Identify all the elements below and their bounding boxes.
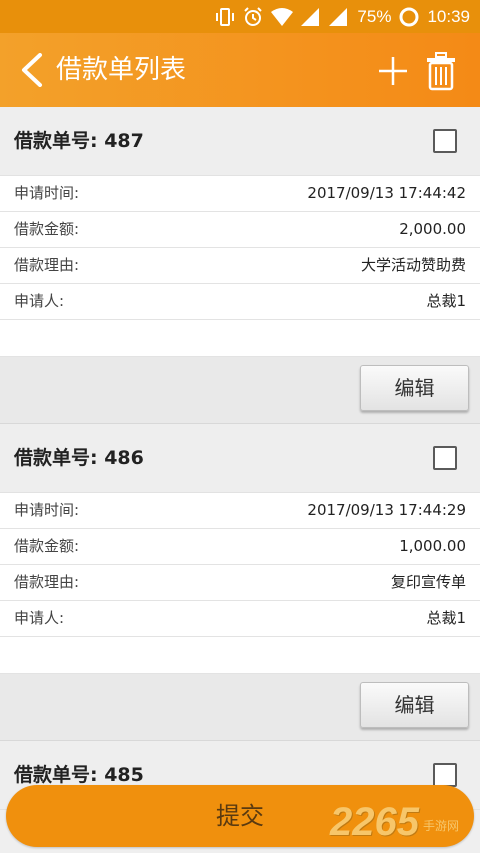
card-actions: 编辑 — [0, 357, 480, 424]
delete-icon[interactable] — [426, 51, 456, 91]
select-checkbox[interactable] — [433, 446, 457, 470]
loan-card: 借款单号: 487 申请时间: 2017/09/13 17:44:42 借款金额… — [0, 107, 480, 424]
battery-percent: 75% — [357, 6, 392, 26]
detail-row: 申请时间: 2017/09/13 17:44:42 — [0, 176, 480, 212]
status-bar: 75% 10:39 — [0, 0, 480, 33]
card-header: 借款单号: 487 — [0, 107, 480, 176]
row-label: 借款金额: — [14, 537, 80, 555]
row-label: 申请人: — [14, 292, 65, 310]
detail-row: 申请时间: 2017/09/13 17:44:29 — [0, 493, 480, 529]
app-header: 借款单列表 — [0, 33, 480, 107]
detail-row: 借款金额: 2,000.00 — [0, 212, 480, 248]
signal-icon-2 — [329, 7, 349, 26]
select-checkbox[interactable] — [433, 763, 457, 787]
row-value: 2,000.00 — [399, 220, 466, 238]
back-arrow-icon[interactable] — [18, 53, 44, 87]
add-icon[interactable] — [377, 55, 409, 87]
row-label: 借款金额: — [14, 220, 80, 238]
loan-list: 借款单号: 487 申请时间: 2017/09/13 17:44:42 借款金额… — [0, 107, 480, 810]
loan-number: 借款单号: 487 — [14, 130, 144, 152]
row-label: 借款理由: — [14, 256, 80, 274]
row-value: 大学活动赞助费 — [360, 256, 466, 274]
watermark-logo: 2265 手游网 — [330, 795, 459, 843]
watermark-label: 手游网 — [422, 819, 459, 833]
row-label: 借款理由: — [14, 573, 80, 591]
signal-icon — [301, 7, 321, 26]
page-title: 借款单列表 — [56, 55, 187, 85]
alarm-icon — [243, 6, 263, 27]
card-actions: 编辑 — [0, 674, 480, 741]
row-value: 2017/09/13 17:44:42 — [307, 184, 466, 202]
card-spacer — [0, 320, 480, 357]
row-value: 复印宣传单 — [390, 573, 466, 591]
row-value: 总裁1 — [426, 609, 466, 627]
card-spacer — [0, 637, 480, 674]
detail-row: 借款金额: 1,000.00 — [0, 529, 480, 565]
detail-row: 借款理由: 复印宣传单 — [0, 565, 480, 601]
detail-row: 借款理由: 大学活动赞助费 — [0, 248, 480, 284]
watermark-number: 2265 — [330, 800, 419, 844]
row-label: 申请时间: — [14, 184, 80, 202]
loan-card: 借款单号: 486 申请时间: 2017/09/13 17:44:29 借款金额… — [0, 424, 480, 741]
row-value: 2017/09/13 17:44:29 — [307, 501, 466, 519]
row-label: 申请时间: — [14, 501, 80, 519]
clock: 10:39 — [427, 6, 470, 26]
wifi-icon — [271, 7, 294, 26]
detail-row: 申请人: 总裁1 — [0, 601, 480, 637]
loan-number: 借款单号: 486 — [14, 447, 144, 469]
row-value: 总裁1 — [426, 292, 466, 310]
edit-button[interactable]: 编辑 — [360, 365, 469, 411]
edit-button[interactable]: 编辑 — [360, 682, 469, 728]
detail-row: 申请人: 总裁1 — [0, 284, 480, 320]
vibrate-icon — [215, 7, 235, 26]
row-value: 1,000.00 — [399, 537, 466, 555]
select-checkbox[interactable] — [433, 129, 457, 153]
battery-icon — [399, 7, 419, 27]
row-label: 申请人: — [14, 609, 65, 627]
card-header: 借款单号: 486 — [0, 424, 480, 493]
